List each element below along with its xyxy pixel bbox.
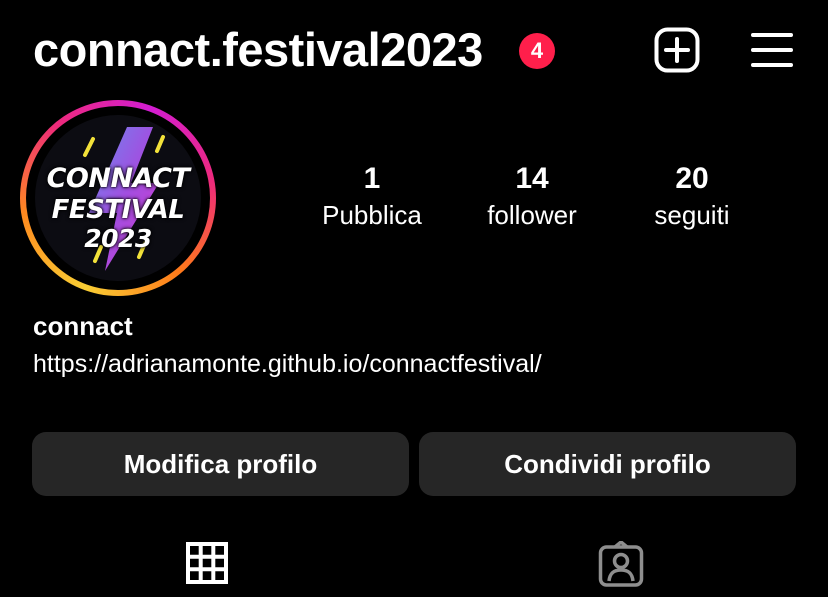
menu-button[interactable] [750, 30, 794, 70]
stat-posts-value: 1 [363, 162, 381, 195]
profile-page: connact.festival2023 4 CONNACT FESTIVAL … [0, 0, 828, 597]
avatar-image: CONNACT FESTIVAL 2023 [35, 115, 201, 281]
profile-website-link[interactable]: https://adrianamonte.github.io/connactfe… [33, 346, 542, 382]
hamburger-menu-icon [751, 33, 793, 67]
share-profile-button[interactable]: Condividi profilo [419, 432, 796, 496]
tab-tagged[interactable] [598, 540, 644, 587]
stat-posts[interactable]: 1 Pubblica [292, 160, 452, 232]
stat-followers[interactable]: 14 follower [452, 160, 612, 232]
plus-square-icon [654, 27, 700, 73]
tab-posts-grid[interactable] [186, 542, 228, 584]
avatar-logo-line-2: FESTIVAL [51, 195, 185, 225]
stat-followers-value: 14 [515, 162, 549, 195]
tagged-person-icon [598, 540, 644, 587]
grid-icon [186, 542, 228, 584]
notification-badge[interactable]: 4 [519, 33, 555, 69]
avatar-logo-line-3: 2023 [84, 224, 152, 253]
stat-following-label: seguiti [654, 200, 730, 230]
edit-profile-button[interactable]: Modifica profilo [32, 432, 409, 496]
stat-followers-label: follower [487, 200, 577, 230]
stat-following[interactable]: 20 seguiti [612, 160, 772, 232]
avatar-ring-gap: CONNACT FESTIVAL 2023 [26, 106, 210, 290]
avatar-logo-line-1: CONNACT [46, 163, 190, 194]
profile-avatar[interactable]: CONNACT FESTIVAL 2023 [20, 100, 216, 296]
profile-username[interactable]: connact.festival2023 [33, 22, 483, 78]
stat-following-value: 20 [675, 162, 709, 195]
stat-posts-label: Pubblica [322, 200, 422, 230]
profile-display-name: connact [33, 311, 133, 341]
new-post-button[interactable] [654, 27, 700, 73]
